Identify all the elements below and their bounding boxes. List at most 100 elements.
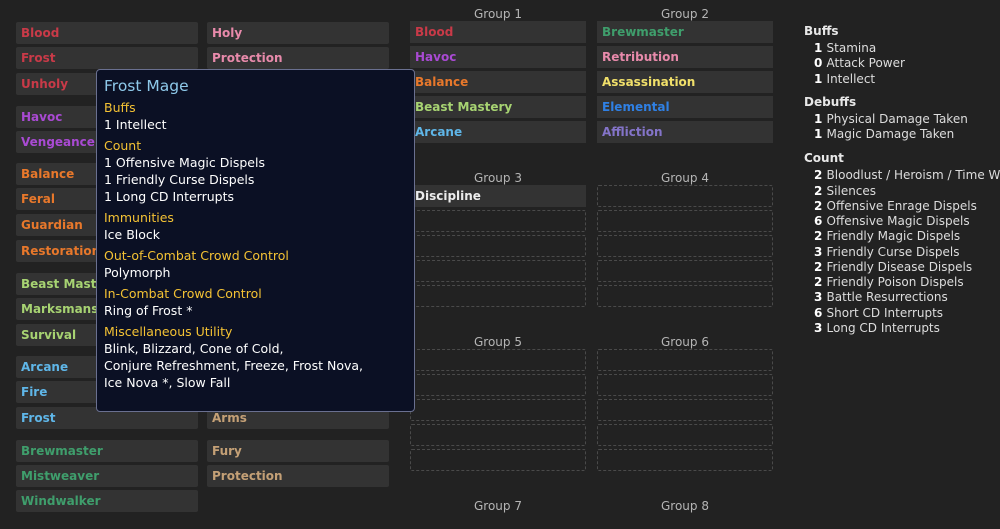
count-label: Silences (826, 183, 877, 198)
group-5-empty-slot[interactable] (410, 349, 586, 371)
spec-monk-mistweaver-button[interactable]: Mistweaver (16, 465, 198, 487)
count-count: 6 (814, 214, 827, 228)
count-label: Friendly Disease Dispels (826, 259, 973, 274)
buff-count: 1 (814, 41, 827, 55)
count-count: 3 (814, 320, 827, 335)
group-6-empty-slot[interactable] (597, 399, 773, 421)
group-3-empty-slot[interactable] (410, 260, 586, 282)
raid-summary: Buffs 1 Stamina 0 Attack Power 1 Intellect… (804, 23, 1000, 336)
debuff-label: Physical Damage Taken (826, 111, 968, 126)
count-count: 6 (814, 305, 827, 320)
group-6-empty-slot[interactable] (597, 374, 773, 396)
count-label: Bloodlust / Heroism / Time W... (826, 168, 1000, 183)
count-label: Long CD Interrupts (826, 320, 940, 335)
buff-item: 0 Attack Power (804, 56, 1000, 71)
tooltip-section-line: Blink, Blizzard, Cone of Cold, (104, 341, 284, 356)
group-2-member-brewmaster[interactable]: Brewmaster (597, 21, 773, 43)
group-6-label: Group 6 (661, 335, 709, 349)
count-label: Friendly Curse Dispels (826, 244, 960, 259)
count-item: 3 Long CD Interrupts (804, 321, 1000, 336)
group-4-empty-slot[interactable] (597, 260, 773, 282)
group-1-member-blood[interactable]: Blood (410, 21, 586, 43)
count-count: 3 (814, 290, 827, 305)
group-6-empty-slot[interactable] (597, 349, 773, 371)
group-2-member-retribution[interactable]: Retribution (597, 46, 773, 68)
group-2-member-elemental[interactable]: Elemental (597, 96, 773, 118)
count-count: 2 (814, 183, 827, 198)
spec-death-knight-blood-button[interactable]: Blood (16, 22, 198, 44)
tooltip-title: Frost Mage (104, 77, 189, 95)
count-label: Battle Resurrections (826, 290, 948, 305)
group-4-empty-slot[interactable] (597, 185, 773, 207)
group-1-member-balance[interactable]: Balance (410, 71, 586, 93)
count-count: 2 (814, 259, 827, 274)
group-5-empty-slot[interactable] (410, 449, 586, 471)
count-list: 2 Bloodlust / Heroism / Time W... 2 Silen… (804, 168, 1000, 336)
group-3-empty-slot[interactable] (410, 210, 586, 232)
tooltip-section-line: 1 Friendly Curse Dispels (104, 172, 255, 187)
buffs-list: 1 Stamina 0 Attack Power 1 Intellect (804, 41, 1000, 87)
tooltip-section-line: 1 Intellect (104, 117, 167, 132)
debuffs-list: 1 Physical Damage Taken 1 Magic Damage Ta… (804, 112, 1000, 143)
group-1-member-arcane[interactable]: Arcane (410, 121, 586, 143)
tooltip-section-heading: In-Combat Crowd Control (104, 286, 262, 301)
group-5-empty-slot[interactable] (410, 424, 586, 446)
count-item: 2 Friendly Disease Dispels (804, 260, 1000, 275)
spec-warrior-protection-button[interactable]: Protection (207, 465, 389, 487)
group-4-empty-slot[interactable] (597, 285, 773, 307)
count-count: 2 (814, 275, 827, 289)
debuff-item: 1 Magic Damage Taken (804, 127, 1000, 142)
group-2-label: Group 2 (661, 7, 709, 21)
spec-paladin-protection-button[interactable]: Protection (207, 47, 389, 69)
count-heading: Count (804, 151, 844, 166)
group-5-label: Group 5 (474, 335, 522, 349)
count-count: 2 (814, 198, 827, 213)
buffs-heading: Buffs (804, 24, 839, 38)
spec-paladin-holy-button[interactable]: Holy (207, 22, 389, 44)
buff-label: Stamina (826, 41, 877, 55)
buff-item: 1 Intellect (804, 72, 1000, 87)
tooltip-section-line: Conjure Refreshment, Freeze, Frost Nova, (104, 358, 363, 373)
group-6-empty-slot[interactable] (597, 449, 773, 471)
tooltip-section-heading: Count (104, 138, 142, 153)
tooltip-section-line: Ice Block (104, 227, 161, 242)
count-label: Offensive Magic Dispels (826, 214, 970, 228)
buff-label: Attack Power (826, 56, 905, 71)
group-1-member-beast-mastery[interactable]: Beast Mastery (410, 96, 586, 118)
group-3-empty-slot[interactable] (410, 235, 586, 257)
count-item: 3 Battle Resurrections (804, 290, 1000, 305)
debuff-count: 1 (814, 127, 827, 141)
group-5-empty-slot[interactable] (410, 374, 586, 396)
group-3-member-discipline[interactable]: Discipline (410, 185, 586, 207)
buff-count: 1 (814, 71, 827, 86)
group-1-member-havoc[interactable]: Havoc (410, 46, 586, 68)
count-label: Friendly Poison Dispels (826, 275, 964, 289)
spec-monk-brewmaster-button[interactable]: Brewmaster (16, 440, 198, 462)
tooltip-section-line: Ice Nova *, Slow Fall (104, 375, 231, 390)
group-4-label: Group 4 (661, 171, 709, 185)
count-label: Short CD Interrupts (826, 305, 944, 320)
debuffs-heading: Debuffs (804, 94, 857, 109)
tooltip-section-line: Polymorph (104, 265, 171, 280)
spec-death-knight-frost-button[interactable]: Frost (16, 47, 198, 69)
count-count: 3 (814, 244, 827, 259)
group-3-empty-slot[interactable] (410, 285, 586, 307)
spec-warrior-fury-button[interactable]: Fury (207, 440, 389, 462)
group-5-empty-slot[interactable] (410, 399, 586, 421)
group-2-member-assassination[interactable]: Assassination (597, 71, 773, 93)
tooltip-section-line: 1 Offensive Magic Dispels (104, 155, 265, 170)
count-item: 2 Offensive Enrage Dispels (804, 199, 1000, 214)
tooltip-section-heading: Buffs (104, 100, 136, 115)
count-item: 3 Friendly Curse Dispels (804, 245, 1000, 260)
spec-monk-windwalker-button[interactable]: Windwalker (16, 490, 198, 512)
count-count: 2 (814, 168, 827, 183)
tooltip-section-line: Ring of Frost * (104, 303, 193, 318)
count-label: Friendly Magic Dispels (826, 229, 961, 244)
group-4-empty-slot[interactable] (597, 235, 773, 257)
count-label: Offensive Enrage Dispels (826, 198, 977, 213)
group-2-member-affliction[interactable]: Affliction (597, 121, 773, 143)
group-6-empty-slot[interactable] (597, 424, 773, 446)
debuff-label: Magic Damage Taken (826, 127, 955, 141)
group-4-empty-slot[interactable] (597, 210, 773, 232)
debuff-item: 1 Physical Damage Taken (804, 112, 1000, 127)
